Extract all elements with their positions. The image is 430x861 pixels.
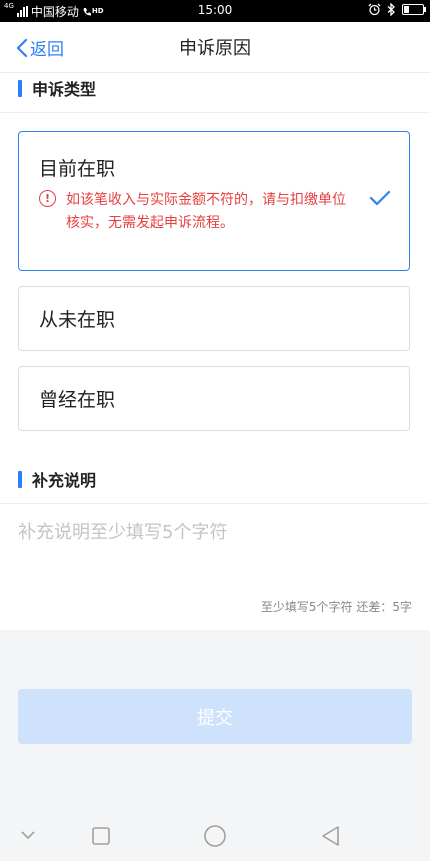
recent-apps-icon[interactable] [91, 826, 111, 846]
bluetooth-icon [387, 3, 395, 16]
warning-text: 如该笔收入与实际金额不符的，请与扣缴单位核实，无需发起申诉流程。 [66, 192, 346, 231]
section-remark: 补充说明 [18, 467, 96, 491]
back-triangle-icon[interactable] [320, 825, 342, 847]
check-icon [369, 190, 391, 206]
system-nav-bar [0, 812, 430, 861]
chevron-down-icon[interactable] [20, 830, 36, 840]
section-marker [18, 79, 22, 97]
option-label: 曾经在职 [39, 389, 116, 411]
section-marker [18, 470, 22, 488]
nav-bar: 返回 申诉原因 [0, 22, 430, 73]
option-label: 目前在职 [39, 158, 116, 180]
option-currently-employed[interactable]: 目前在职 ! 如该笔收入与实际金额不符的，请与扣缴单位核实，无需发起申诉流程。 [18, 131, 410, 271]
option-never-employed[interactable]: 从未在职 [18, 286, 410, 351]
warning-message: ! 如该笔收入与实际金额不符的，请与扣缴单位核实，无需发起申诉流程。 [39, 189, 359, 235]
page-title: 申诉原因 [179, 38, 251, 59]
status-time: 15:00 [197, 3, 233, 17]
option-previously-employed[interactable]: 曾经在职 [18, 366, 410, 431]
alarm-icon [368, 3, 381, 16]
option-label: 从未在职 [39, 309, 116, 331]
section-title: 申诉类型 [32, 80, 97, 99]
char-counter: 至少填写5个字符 还差：5字 [260, 600, 412, 614]
divider [0, 112, 430, 113]
section-title: 补充说明 [32, 471, 97, 490]
exclamation-icon: ! [39, 190, 56, 207]
section-appeal-type: 申诉类型 [18, 76, 96, 100]
home-icon[interactable] [203, 824, 227, 848]
battery-icon [402, 4, 426, 15]
status-bar: 4G 中国移动 HD 15:00 [0, 0, 430, 22]
submit-button[interactable]: 提交 [18, 689, 412, 744]
status-right [368, 3, 426, 16]
